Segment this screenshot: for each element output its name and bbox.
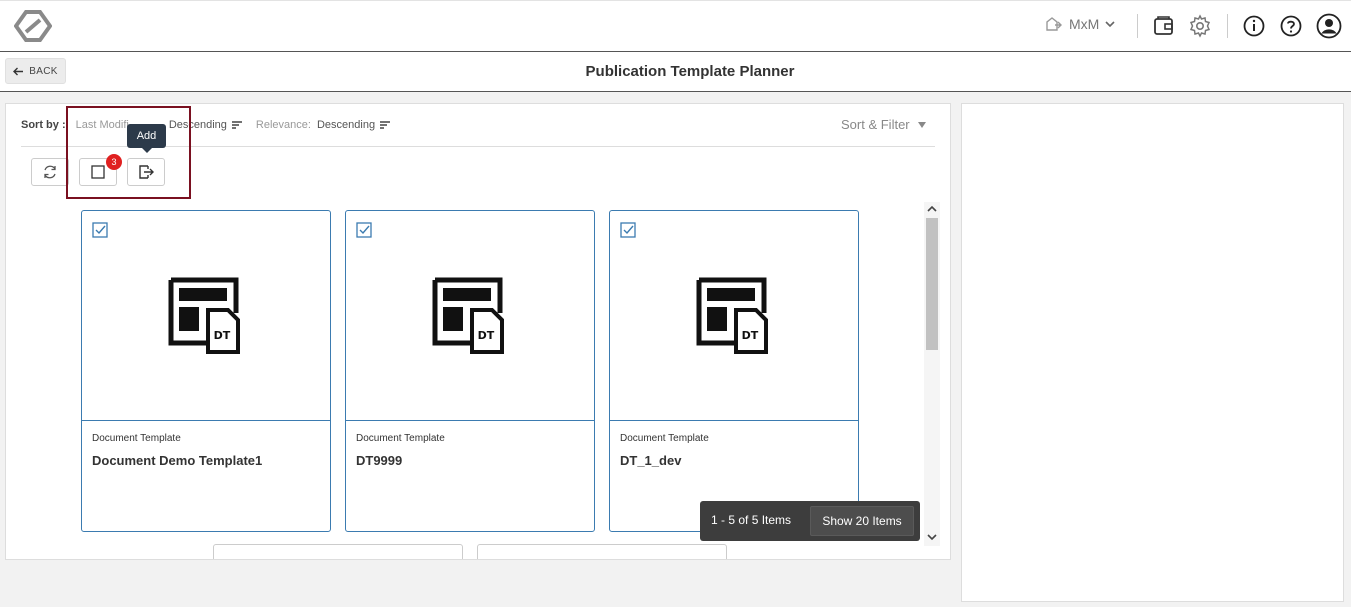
card-type: Document Template (356, 433, 445, 444)
document-template-icon: DT (168, 277, 240, 354)
focus-highlight (66, 106, 191, 199)
checkbox-checked-icon[interactable] (92, 222, 108, 238)
info-icon[interactable] (1242, 14, 1266, 38)
card-type: Document Template (92, 433, 181, 444)
svg-text:DT: DT (214, 329, 231, 342)
sort-filter-toggle[interactable]: Sort & Filter (841, 117, 926, 132)
top-edge (0, 0, 1351, 3)
workspace-icon (1046, 17, 1062, 31)
scroll-up-icon[interactable] (927, 205, 937, 215)
document-template-icon: DT (432, 277, 504, 354)
divider (1227, 14, 1228, 38)
card-title[interactable]: Document Demo Template1 (92, 453, 262, 468)
help-icon[interactable] (1279, 14, 1303, 38)
checkbox-checked-icon[interactable] (620, 222, 636, 238)
card-type: Document Template (620, 433, 709, 444)
app-logo-icon[interactable] (14, 9, 52, 43)
chevron-down-icon (1105, 21, 1115, 28)
checkbox-checked-icon[interactable] (356, 222, 372, 238)
show-items-button[interactable]: Show 20 Items (810, 506, 914, 536)
gear-icon[interactable] (1188, 14, 1212, 38)
tooltip: Add (127, 124, 166, 148)
caret-down-icon (917, 121, 926, 128)
sort-order: Descending (316, 119, 376, 131)
card-divider (610, 420, 858, 421)
template-card[interactable]: DT Document Template DT_1_dev (609, 210, 859, 532)
refresh-button[interactable] (31, 158, 69, 186)
sort-desc-icon (231, 121, 242, 129)
page-title: Publication Template Planner (585, 63, 795, 80)
sort-by-label: Sort by : (21, 119, 66, 131)
workspace-label: MxM (1069, 16, 1100, 32)
details-panel (961, 103, 1344, 602)
card-divider (346, 420, 594, 421)
refresh-icon (44, 165, 56, 179)
tooltip-arrow (142, 148, 152, 153)
sort-field: Relevance: (255, 119, 311, 131)
svg-text:DT: DT (478, 329, 495, 342)
template-card-partial[interactable] (213, 544, 463, 559)
vertical-scrollbar[interactable] (924, 202, 940, 546)
scroll-down-icon[interactable] (927, 533, 937, 543)
wallet-icon[interactable] (1152, 14, 1176, 38)
results-panel: Sort by : Last Modifi Descending Relevan… (5, 103, 951, 560)
sort-filter-label: Sort & Filter (841, 117, 910, 132)
sort-desc-icon (380, 121, 391, 129)
page-header: BACK Publication Template Planner (0, 52, 1351, 92)
top-bar: MxM (0, 0, 1351, 52)
item-range: 1 - 5 of 5 Items (711, 513, 792, 527)
pagination-bar: 1 - 5 of 5 Items Show 20 Items (700, 501, 920, 541)
divider (1137, 14, 1138, 38)
workspace-selector[interactable]: MxM (1045, 16, 1115, 32)
scroll-thumb[interactable] (926, 218, 938, 350)
template-card[interactable]: DT Document Template DT9999 (345, 210, 595, 532)
card-title[interactable]: DT9999 (356, 453, 402, 468)
svg-text:DT: DT (742, 329, 759, 342)
template-card-partial[interactable] (477, 544, 727, 559)
card-title[interactable]: DT_1_dev (620, 453, 681, 468)
card-divider (82, 420, 330, 421)
document-template-icon: DT (696, 277, 768, 354)
template-card[interactable]: DT Document Template Document Demo Templ… (81, 210, 331, 532)
sort-option-relevance[interactable]: Relevance: Descending (256, 119, 404, 131)
user-avatar-icon[interactable] (1316, 13, 1342, 39)
